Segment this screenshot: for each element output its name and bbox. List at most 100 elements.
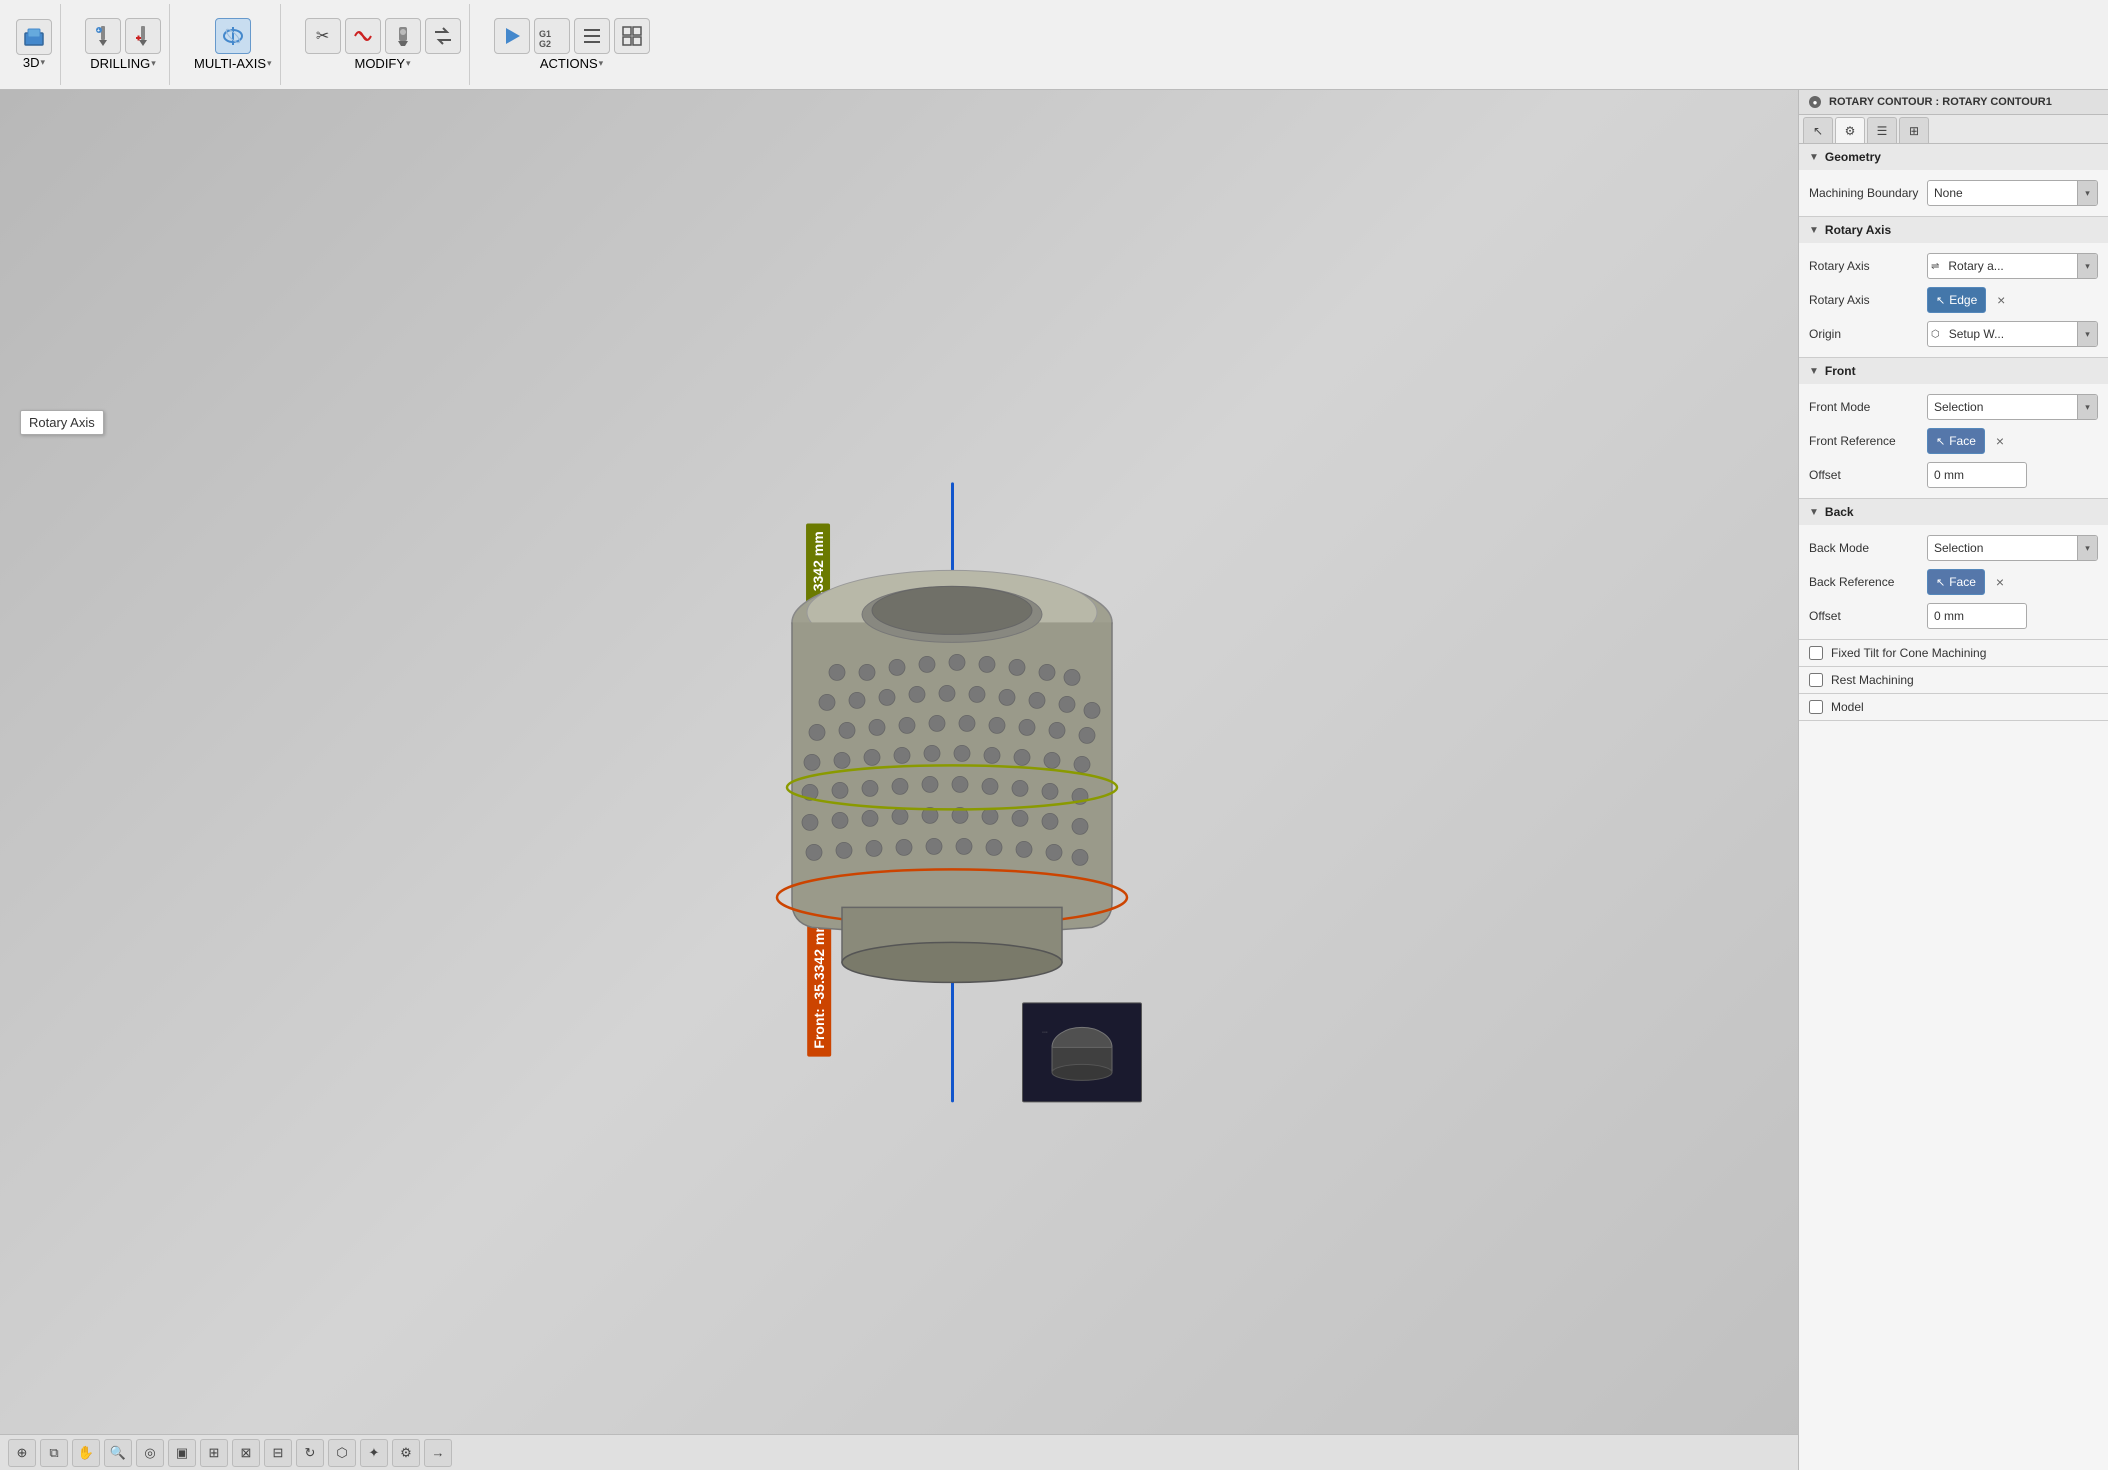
3d-label: 3D <box>23 55 40 70</box>
remove-path-button[interactable] <box>345 18 381 54</box>
multiaxis-label: MULTI-AXIS <box>194 56 266 71</box>
multiaxis-arrow: ▾ <box>267 58 272 69</box>
tab-grid[interactable]: ⊞ <box>1899 117 1929 143</box>
fixed-tilt-row[interactable]: Fixed Tilt for Cone Machining <box>1799 640 2108 666</box>
edge-select-icon: ↖ <box>1936 294 1945 307</box>
front-offset-row: Offset <box>1799 458 2108 492</box>
status-points-btn[interactable]: ✦ <box>360 1439 388 1467</box>
model-row[interactable]: Model <box>1799 694 2108 720</box>
drilling-label: DRILLING <box>90 56 150 71</box>
status-layers-btn[interactable]: ⧉ <box>40 1439 68 1467</box>
section-rotary-axis: ▼ Rotary Axis Rotary Axis ⇌ Rotary a... … <box>1799 217 2108 358</box>
grid-button[interactable] <box>614 18 650 54</box>
status-hand-btn[interactable]: ✋ <box>72 1439 100 1467</box>
actions-label: ACTIONS <box>540 56 598 71</box>
back-offset-input[interactable] <box>1927 603 2027 629</box>
status-print-btn[interactable]: ⊟ <box>264 1439 292 1467</box>
list-button[interactable] <box>574 18 610 54</box>
machining-boundary-label: Machining Boundary <box>1809 186 1919 200</box>
3d-button[interactable] <box>16 19 52 55</box>
actions-label-row[interactable]: ACTIONS ▾ <box>540 56 603 71</box>
section-back-header[interactable]: ▼ Back <box>1799 499 2108 525</box>
model-label[interactable]: Model <box>1831 700 1864 714</box>
back-reference-row: Back Reference ↖ Face × <box>1799 565 2108 599</box>
back-mode-value: Selection ▾ <box>1927 535 2098 561</box>
status-display-btn[interactable]: ▣ <box>168 1439 196 1467</box>
play-button[interactable] <box>494 18 530 54</box>
multiaxis-button[interactable] <box>215 18 251 54</box>
section-rotary-axis-header[interactable]: ▼ Rotary Axis <box>1799 217 2108 243</box>
drilling-add-button[interactable] <box>125 18 161 54</box>
status-zoom-btn[interactable]: 🔍 <box>104 1439 132 1467</box>
back-reference-clear-btn[interactable]: × <box>1989 571 2011 593</box>
rotary-axis-clear-btn[interactable]: × <box>1990 289 2012 311</box>
multiaxis-label-row[interactable]: MULTI-AXIS ▾ <box>194 56 272 71</box>
back-reference-label: Back Reference <box>1809 575 1919 589</box>
tab-gear[interactable]: ⚙ <box>1835 117 1865 143</box>
modify-label-row[interactable]: MODIFY ▾ <box>354 56 410 71</box>
status-tools-btn[interactable]: ⚙ <box>392 1439 420 1467</box>
drilling-label-row[interactable]: DRILLING ▾ <box>90 56 156 71</box>
section-front-header[interactable]: ▼ Front <box>1799 358 2108 384</box>
status-measure-btn[interactable]: ⊞ <box>200 1439 228 1467</box>
front-reference-row: Front Reference ↖ Face × <box>1799 424 2108 458</box>
front-offset-input[interactable] <box>1927 462 2027 488</box>
section-back: ▼ Back Back Mode Selection ▾ <box>1799 499 2108 640</box>
front-reference-clear-btn[interactable]: × <box>1989 430 2011 452</box>
fixed-tilt-label[interactable]: Fixed Tilt for Cone Machining <box>1831 646 1986 660</box>
status-arrow-btn[interactable]: → <box>424 1439 452 1467</box>
rest-machining-label[interactable]: Rest Machining <box>1831 673 1914 687</box>
back-offset-label: Offset <box>1809 609 1919 623</box>
front-reference-btn[interactable]: ↖ Face <box>1927 428 1985 454</box>
rotary-axis-edge-label: Edge <box>1949 293 1977 307</box>
modify-label: MODIFY <box>354 56 405 71</box>
front-ref-icon: ↖ <box>1936 435 1945 448</box>
rest-machining-checkbox[interactable] <box>1809 673 1823 687</box>
nozzle-button[interactable] <box>385 18 421 54</box>
model-checkbox[interactable] <box>1809 700 1823 714</box>
rotary-axis-edge-btn[interactable]: ↖ Edge <box>1927 287 1986 313</box>
panel-tabs: ↖ ⚙ ☰ ⊞ <box>1799 115 2108 144</box>
front-chevron: ▼ <box>1809 366 1819 377</box>
rotary-axis-tooltip: Rotary Axis <box>20 410 104 435</box>
front-mode-dropdown[interactable]: Selection ▾ <box>1927 394 2098 420</box>
main-area: Rotary Axis Back: -41.3342 mm Front: -35… <box>0 90 2108 1470</box>
origin-icon: ⬡ <box>1928 329 1943 340</box>
scissors-button[interactable]: ✂ <box>305 18 341 54</box>
front-reference-val: Face <box>1949 434 1976 448</box>
drilling-button[interactable]: + <box>85 18 121 54</box>
fixed-tilt-checkbox[interactable] <box>1809 646 1823 660</box>
status-rotate-btn[interactable]: ↻ <box>296 1439 324 1467</box>
toolbar-group-multiaxis: MULTI-AXIS ▾ <box>186 4 281 85</box>
status-search-btn[interactable]: ◎ <box>136 1439 164 1467</box>
machining-boundary-row: Machining Boundary None ▾ <box>1799 176 2108 210</box>
geometry-body: Machining Boundary None ▾ <box>1799 170 2108 216</box>
machining-boundary-dropdown[interactable]: None ▾ <box>1927 180 2098 206</box>
tab-cursor[interactable]: ↖ <box>1803 117 1833 143</box>
rotary-axis-label-1: Rotary Axis <box>1809 259 1919 273</box>
toolbar-3d-dropdown[interactable]: 3D ▾ <box>16 19 52 70</box>
front-offset-label: Offset <box>1809 468 1919 482</box>
rotary-axis-row-2: Rotary Axis ↖ Edge × <box>1799 283 2108 317</box>
rest-machining-row[interactable]: Rest Machining <box>1799 667 2108 693</box>
tab-list[interactable]: ☰ <box>1867 117 1897 143</box>
3d-label-arrow[interactable]: 3D ▾ <box>23 55 45 70</box>
front-mode-arrow: ▾ <box>2077 395 2097 419</box>
rotary-axis-label-2: Rotary Axis <box>1809 293 1919 307</box>
back-mode-dropdown[interactable]: Selection ▾ <box>1927 535 2098 561</box>
back-reference-btn[interactable]: ↖ Face <box>1927 569 1985 595</box>
rotary-axis-dropdown[interactable]: ⇌ Rotary a... ▾ <box>1927 253 2098 279</box>
rotary-axis-val-arrow: ▾ <box>2077 254 2097 278</box>
viewport[interactable]: Rotary Axis Back: -41.3342 mm Front: -35… <box>0 90 1798 1470</box>
section-geometry-header[interactable]: ▼ Geometry <box>1799 144 2108 170</box>
g1g2-button[interactable]: G1 G2 <box>534 18 570 54</box>
status-filter-btn[interactable]: ⊠ <box>232 1439 260 1467</box>
status-snap-btn[interactable]: ⬡ <box>328 1439 356 1467</box>
back-mode-arrow: ▾ <box>2077 536 2097 560</box>
geometry-chevron: ▼ <box>1809 152 1819 163</box>
origin-value: ⬡ Setup W... ▾ <box>1927 321 2098 347</box>
status-move-btn[interactable]: ⊕ <box>8 1439 36 1467</box>
swap-button[interactable] <box>425 18 461 54</box>
toolbar-group-actions: G1 G2 ACTIONS <box>486 4 658 85</box>
origin-dropdown[interactable]: ⬡ Setup W... ▾ <box>1927 321 2098 347</box>
